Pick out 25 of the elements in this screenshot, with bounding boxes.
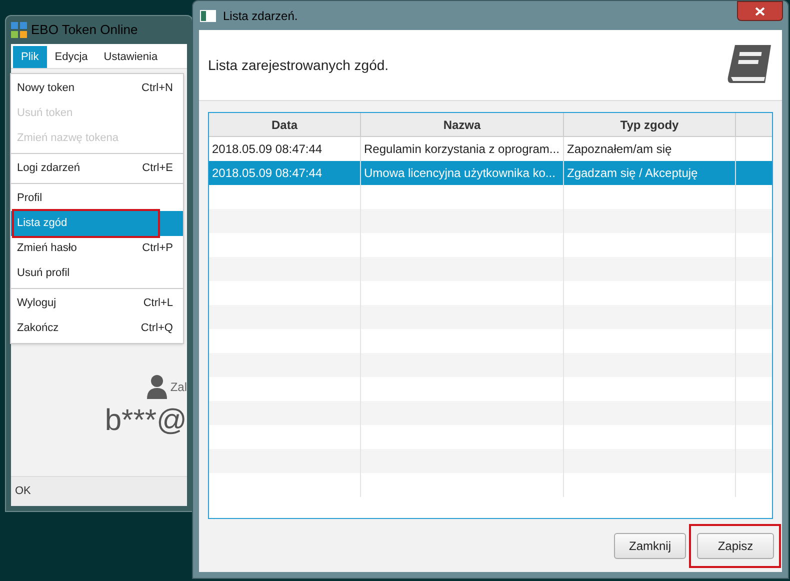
menu-item[interactable]: Logi zdarzeń Ctrl+E <box>11 156 183 181</box>
menu-item[interactable]: Profil <box>11 186 183 211</box>
status-text: OK <box>15 484 31 500</box>
dialog-title: Lista zdarzeń. <box>223 8 298 24</box>
menu-item[interactable]: Usuń profil <box>11 261 183 286</box>
close-icon <box>755 6 765 16</box>
window-title: EBO Token Online <box>31 21 138 40</box>
user-label: Zal <box>170 379 187 396</box>
menu-item[interactable]: Nowy token Ctrl+N <box>11 76 183 101</box>
column-header[interactable]: Data <box>209 113 361 136</box>
window-icon <box>200 10 216 22</box>
menu-bar-item[interactable]: Ustawienia <box>96 46 166 68</box>
dialog-button[interactable]: Zamknij <box>614 532 686 558</box>
user-icon <box>146 374 168 400</box>
app-icon <box>11 22 27 38</box>
column-header[interactable]: Typ zgody <box>564 113 736 136</box>
menu-bar-item[interactable]: Edycja <box>46 46 96 68</box>
menu-item[interactable]: Zmień hasło Ctrl+P <box>11 236 183 261</box>
column-header[interactable]: Nazwa <box>361 113 564 136</box>
menu-item[interactable]: Wyloguj Ctrl+L <box>11 291 183 316</box>
user-email: b***@ <box>104 406 187 436</box>
dialog-button[interactable]: Zapisz <box>697 532 774 558</box>
dialog-heading: Lista zarejestrowanych zgód. <box>208 56 389 75</box>
close-button[interactable] <box>737 1 783 21</box>
menu-item[interactable]: Zakończ Ctrl+Q <box>11 316 183 341</box>
